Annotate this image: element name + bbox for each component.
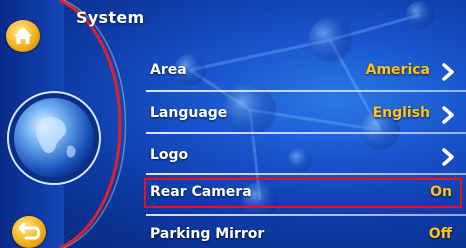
- page-title: System: [76, 8, 145, 27]
- setting-row-area[interactable]: Area America: [146, 58, 466, 86]
- back-icon: [18, 222, 41, 240]
- setting-label: Language: [150, 105, 228, 121]
- row-divider: [146, 214, 466, 216]
- home-icon: [14, 27, 32, 44]
- chevron-right-icon[interactable]: [438, 146, 458, 168]
- setting-value: America: [365, 62, 430, 78]
- home-button[interactable]: [6, 20, 40, 52]
- system-settings-screen: System Area America Language English Log…: [0, 0, 466, 248]
- setting-row-logo[interactable]: Logo: [146, 143, 466, 171]
- row-divider: [146, 132, 466, 134]
- setting-label: Parking Mirror: [150, 226, 265, 242]
- setting-label: Rear Camera: [150, 184, 252, 200]
- back-button[interactable]: [12, 216, 46, 248]
- setting-row-language[interactable]: Language English: [146, 101, 466, 129]
- row-divider: [146, 173, 466, 175]
- globe-icon: [7, 91, 101, 185]
- setting-row-parking-mirror[interactable]: Parking Mirror Off: [146, 222, 466, 248]
- setting-row-rear-camera[interactable]: Rear Camera On: [146, 180, 466, 208]
- setting-label: Logo: [150, 147, 189, 163]
- setting-value: Off: [428, 226, 452, 242]
- setting-label: Area: [150, 62, 187, 78]
- row-divider: [146, 90, 466, 92]
- chevron-right-icon[interactable]: [438, 104, 458, 126]
- setting-value: On: [430, 184, 452, 200]
- setting-value: English: [372, 105, 430, 121]
- chevron-right-icon[interactable]: [438, 61, 458, 83]
- category-globe: [6, 90, 102, 186]
